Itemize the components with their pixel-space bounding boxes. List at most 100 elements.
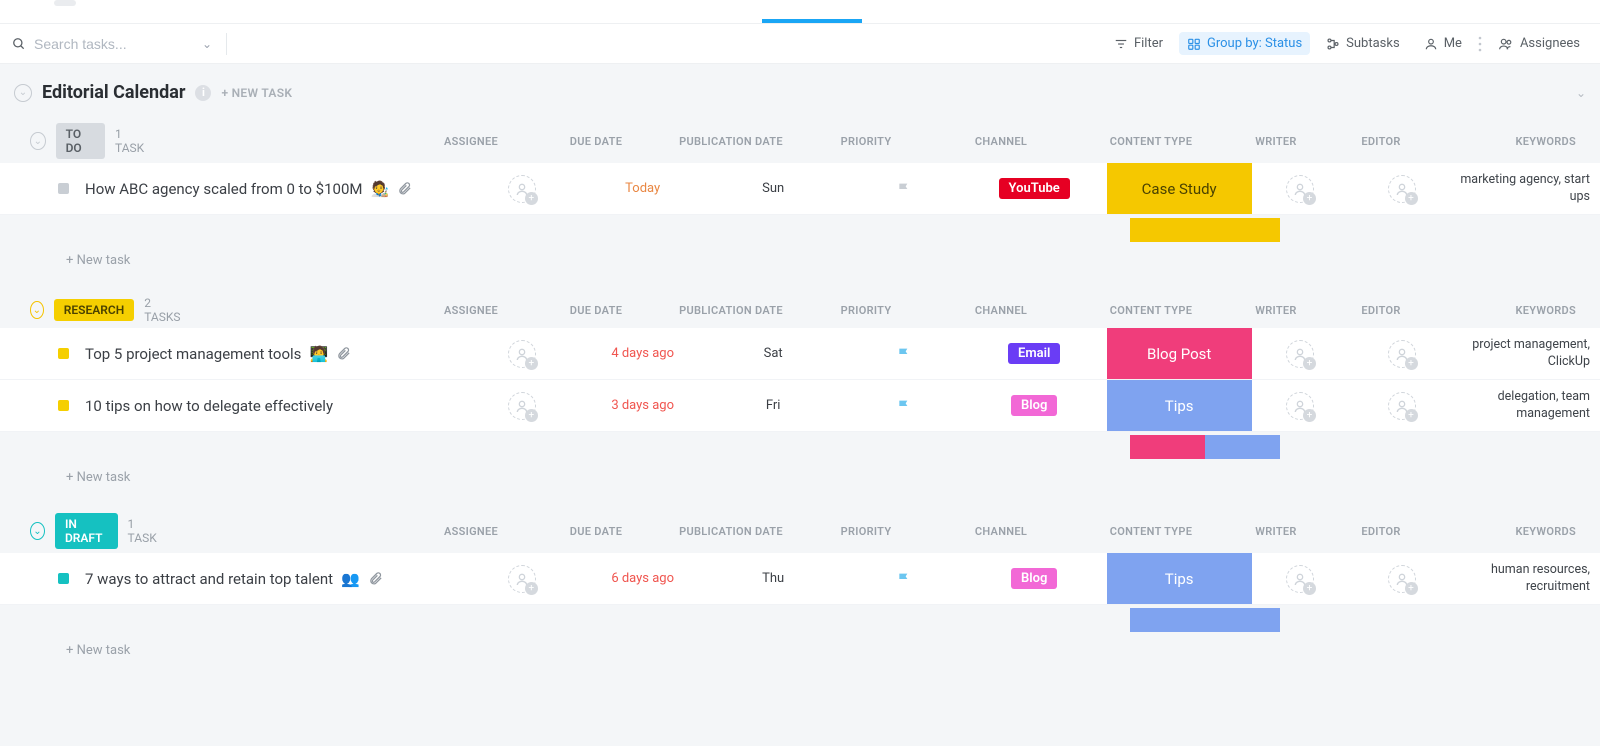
list-page: ⌄ Editorial Calendar i + NEW TASK ⌄ ⌄ TO…: [0, 64, 1600, 746]
due-date[interactable]: 3 days ago: [585, 398, 701, 413]
col-assignee[interactable]: ASSIGNEE: [406, 304, 536, 317]
col-editor[interactable]: EDITOR: [1326, 525, 1436, 538]
group-new-task[interactable]: + New task: [0, 460, 1600, 485]
search-options-chevron[interactable]: ⌄: [202, 37, 212, 51]
group-new-task[interactable]: + New task: [0, 243, 1600, 268]
attachment-icon[interactable]: [368, 571, 383, 586]
task-name[interactable]: 7 ways to attract and retain top talent …: [85, 570, 459, 588]
keywords[interactable]: delegation, team management: [1455, 389, 1600, 422]
task-name[interactable]: 10 tips on how to delegate effectively: [85, 397, 459, 415]
list-collapse-toggle[interactable]: ⌄: [14, 84, 32, 102]
col-due[interactable]: DUE DATE: [536, 135, 656, 148]
col-writer[interactable]: WRITER: [1226, 525, 1326, 538]
assignee-add[interactable]: [508, 175, 536, 203]
task-row[interactable]: 7 ways to attract and retain top talent …: [0, 553, 1600, 605]
list-settings-caret[interactable]: ⌄: [1576, 86, 1586, 100]
col-prio[interactable]: PRIORITY: [806, 135, 926, 148]
col-due[interactable]: DUE DATE: [536, 304, 656, 317]
group-collapse-toggle[interactable]: ⌄: [30, 301, 44, 319]
writer-add[interactable]: [1286, 175, 1314, 203]
task-row[interactable]: How ABC agency scaled from 0 to $100M 🧑‍…: [0, 163, 1600, 215]
col-keywords[interactable]: KEYWORDS: [1436, 304, 1586, 317]
me-button[interactable]: Me: [1416, 32, 1470, 55]
col-pub[interactable]: PUBLICATION DATE: [656, 135, 806, 148]
due-date[interactable]: Today: [585, 181, 701, 196]
col-prio[interactable]: PRIORITY: [806, 525, 926, 538]
task-status-square[interactable]: [58, 400, 69, 411]
col-assignee[interactable]: ASSIGNEE: [406, 525, 536, 538]
search-input[interactable]: [34, 36, 194, 52]
col-due[interactable]: DUE DATE: [536, 525, 656, 538]
editor-add[interactable]: [1388, 340, 1416, 368]
content-type-chip[interactable]: Case Study: [1107, 163, 1252, 214]
keywords[interactable]: marketing agency, start ups: [1455, 172, 1600, 205]
info-icon[interactable]: i: [195, 85, 211, 101]
subtasks-button[interactable]: Subtasks: [1318, 32, 1408, 55]
assignee-add[interactable]: [508, 392, 536, 420]
group-new-task[interactable]: + New task: [0, 633, 1600, 658]
assignees-button[interactable]: Assignees: [1490, 32, 1588, 55]
channel-chip[interactable]: Blog: [1011, 395, 1057, 416]
new-task-button[interactable]: + NEW TASK: [221, 86, 292, 100]
priority-flag-icon[interactable]: [896, 571, 912, 587]
col-keywords[interactable]: KEYWORDS: [1436, 525, 1586, 538]
priority-flag-icon[interactable]: [896, 346, 912, 362]
task-name[interactable]: Top 5 project management tools 🧑‍💻: [85, 345, 459, 363]
col-writer[interactable]: WRITER: [1226, 135, 1326, 148]
editor-add[interactable]: [1388, 175, 1416, 203]
col-pub[interactable]: PUBLICATION DATE: [656, 304, 806, 317]
channel-chip[interactable]: Blog: [1011, 568, 1057, 589]
group-status-pill[interactable]: TO DO: [56, 123, 105, 159]
assignee-add[interactable]: [508, 340, 536, 368]
priority-flag-icon[interactable]: [896, 181, 912, 197]
writer-add[interactable]: [1286, 340, 1314, 368]
col-writer[interactable]: WRITER: [1226, 304, 1326, 317]
writer-add[interactable]: [1286, 392, 1314, 420]
group-by-button[interactable]: Group by: Status: [1179, 32, 1310, 55]
channel-chip[interactable]: YouTube: [999, 178, 1070, 199]
content-type-chip[interactable]: Tips: [1107, 380, 1252, 431]
col-editor[interactable]: EDITOR: [1326, 135, 1436, 148]
col-chan[interactable]: CHANNEL: [926, 525, 1076, 538]
filter-button[interactable]: Filter: [1106, 32, 1171, 55]
due-date[interactable]: 4 days ago: [585, 346, 701, 361]
task-status-square[interactable]: [58, 573, 69, 584]
col-pub[interactable]: PUBLICATION DATE: [656, 525, 806, 538]
attachment-icon[interactable]: [336, 346, 351, 361]
app-button[interactable]: [54, 0, 76, 6]
editor-add[interactable]: [1388, 392, 1416, 420]
col-chan[interactable]: CHANNEL: [926, 135, 1076, 148]
task-status-square[interactable]: [58, 183, 69, 194]
content-type-chip[interactable]: Blog Post: [1107, 328, 1252, 379]
task-name[interactable]: How ABC agency scaled from 0 to $100M 🧑‍…: [85, 180, 459, 198]
col-ctype[interactable]: CONTENT TYPE: [1076, 525, 1226, 538]
priority-flag-icon[interactable]: [896, 398, 912, 414]
group-collapse-toggle[interactable]: ⌄: [30, 132, 46, 150]
group-status-pill[interactable]: RESEARCH: [54, 299, 134, 321]
publication-date[interactable]: Fri: [701, 398, 846, 413]
group-status-pill[interactable]: IN DRAFT: [55, 513, 118, 549]
assignee-add[interactable]: [508, 565, 536, 593]
col-ctype[interactable]: CONTENT TYPE: [1076, 304, 1226, 317]
group-collapse-toggle[interactable]: ⌄: [30, 522, 45, 540]
publication-date[interactable]: Sat: [701, 346, 846, 361]
publication-date[interactable]: Thu: [701, 571, 846, 586]
keywords[interactable]: human resources, recruitment: [1455, 562, 1600, 595]
task-row[interactable]: 10 tips on how to delegate effectively 3…: [0, 380, 1600, 432]
task-row[interactable]: Top 5 project management tools 🧑‍💻 4 day…: [0, 328, 1600, 380]
col-assignee[interactable]: ASSIGNEE: [406, 135, 536, 148]
channel-chip[interactable]: Email: [1008, 343, 1060, 364]
task-status-square[interactable]: [58, 348, 69, 359]
col-keywords[interactable]: KEYWORDS: [1436, 135, 1586, 148]
due-date[interactable]: 6 days ago: [585, 571, 701, 586]
attachment-icon[interactable]: [397, 181, 412, 196]
content-type-chip[interactable]: Tips: [1107, 553, 1252, 604]
col-chan[interactable]: CHANNEL: [926, 304, 1076, 317]
keywords[interactable]: project management, ClickUp: [1455, 337, 1600, 370]
col-prio[interactable]: PRIORITY: [806, 304, 926, 317]
publication-date[interactable]: Sun: [701, 181, 846, 196]
col-editor[interactable]: EDITOR: [1326, 304, 1436, 317]
col-ctype[interactable]: CONTENT TYPE: [1076, 135, 1226, 148]
editor-add[interactable]: [1388, 565, 1416, 593]
writer-add[interactable]: [1286, 565, 1314, 593]
